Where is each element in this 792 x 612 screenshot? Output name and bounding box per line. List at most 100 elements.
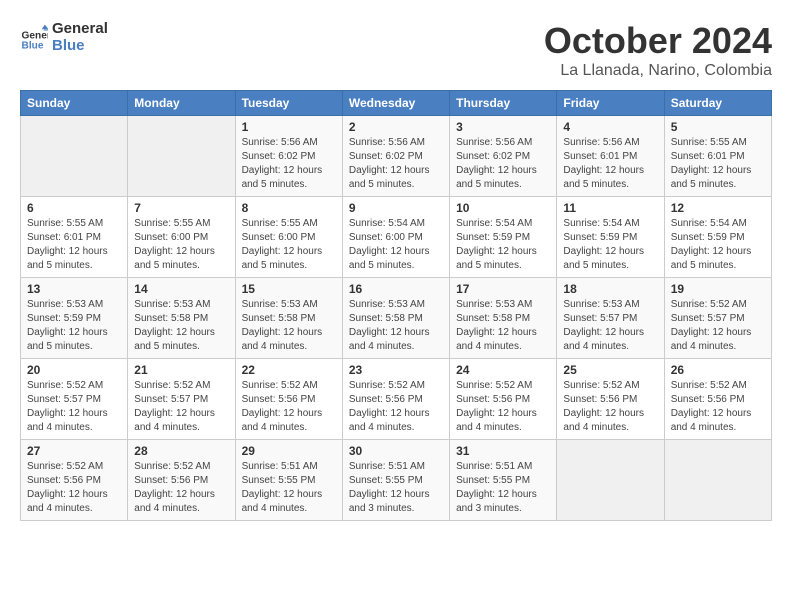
calendar-table: SundayMondayTuesdayWednesdayThursdayFrid… — [20, 90, 772, 521]
day-number: 22 — [242, 363, 336, 377]
calendar-cell: 21Sunrise: 5:52 AM Sunset: 5:57 PM Dayli… — [128, 359, 235, 440]
day-info: Sunrise: 5:55 AM Sunset: 6:01 PM Dayligh… — [671, 136, 765, 192]
day-info: Sunrise: 5:54 AM Sunset: 6:00 PM Dayligh… — [349, 217, 443, 273]
calendar-cell: 22Sunrise: 5:52 AM Sunset: 5:56 PM Dayli… — [235, 359, 342, 440]
day-info: Sunrise: 5:52 AM Sunset: 5:57 PM Dayligh… — [27, 379, 121, 435]
day-info: Sunrise: 5:52 AM Sunset: 5:56 PM Dayligh… — [456, 379, 550, 435]
calendar-cell: 7 Sunrise: 5:55 AM Sunset: 6:00 PM Daylig… — [128, 197, 235, 278]
calendar-cell: 31 Sunrise: 5:51 AM Sunset: 5:55 PM Dayli… — [450, 440, 557, 521]
day-number: 6 — [27, 201, 121, 215]
calendar-cell: 24 Sunrise: 5:52 AM Sunset: 5:56 PM Dayli… — [450, 359, 557, 440]
day-info: Sunrise: 5:56 AM Sunset: 6:02 PM Dayligh… — [456, 136, 550, 192]
calendar-cell — [557, 440, 664, 521]
day-info: Sunrise: 5:53 AM Sunset: 5:58 PM Dayligh… — [134, 298, 228, 354]
day-info: Sunrise: 5:53 AM Sunset: 5:59 PM Dayligh… — [27, 298, 121, 354]
day-info: Sunrise: 5:52 AM Sunset: 5:56 PM Dayligh… — [671, 379, 765, 435]
day-number: 27 — [27, 444, 121, 458]
svg-text:Blue: Blue — [22, 41, 44, 51]
location-subtitle: La Llanada, Narino, Colombia — [544, 62, 772, 80]
day-number: 19 — [671, 282, 765, 296]
logo-icon: General Blue — [20, 23, 48, 51]
day-info: Sunrise: 5:55 AM Sunset: 6:00 PM Dayligh… — [134, 217, 228, 273]
calendar-cell: 25Sunrise: 5:52 AM Sunset: 5:56 PM Dayli… — [557, 359, 664, 440]
day-number: 25 — [563, 363, 657, 377]
calendar-cell: 14 Sunrise: 5:53 AM Sunset: 5:58 PM Dayli… — [128, 278, 235, 359]
day-number: 17 — [456, 282, 550, 296]
day-header-saturday: Saturday — [664, 91, 771, 116]
day-number: 9 — [349, 201, 443, 215]
day-number: 7 — [134, 201, 228, 215]
calendar-cell: 20 Sunrise: 5:52 AM Sunset: 5:57 PM Dayli… — [21, 359, 128, 440]
day-info: Sunrise: 5:55 AM Sunset: 6:01 PM Dayligh… — [27, 217, 121, 273]
day-number: 18 — [563, 282, 657, 296]
calendar-cell: 5 Sunrise: 5:55 AM Sunset: 6:01 PM Daylig… — [664, 116, 771, 197]
calendar-cell: 17 Sunrise: 5:53 AM Sunset: 5:58 PM Dayli… — [450, 278, 557, 359]
calendar-cell: 28 Sunrise: 5:52 AM Sunset: 5:56 PM Dayli… — [128, 440, 235, 521]
calendar-cell: 9 Sunrise: 5:54 AM Sunset: 6:00 PM Daylig… — [342, 197, 449, 278]
day-number: 31 — [456, 444, 550, 458]
day-number: 12 — [671, 201, 765, 215]
calendar-cell: 16 Sunrise: 5:53 AM Sunset: 5:58 PM Dayli… — [342, 278, 449, 359]
calendar-cell: 27 Sunrise: 5:52 AM Sunset: 5:56 PM Dayli… — [21, 440, 128, 521]
day-info: Sunrise: 5:52 AM Sunset: 5:57 PM Dayligh… — [134, 379, 228, 435]
day-number: 1 — [242, 120, 336, 134]
calendar-week-row: 6 Sunrise: 5:55 AM Sunset: 6:01 PM Daylig… — [21, 197, 772, 278]
day-number: 10 — [456, 201, 550, 215]
calendar-cell: 2Sunrise: 5:56 AM Sunset: 6:02 PM Daylig… — [342, 116, 449, 197]
day-header-friday: Friday — [557, 91, 664, 116]
day-number: 3 — [456, 120, 550, 134]
day-header-thursday: Thursday — [450, 91, 557, 116]
day-number: 20 — [27, 363, 121, 377]
day-number: 14 — [134, 282, 228, 296]
calendar-cell: 3 Sunrise: 5:56 AM Sunset: 6:02 PM Daylig… — [450, 116, 557, 197]
day-number: 8 — [242, 201, 336, 215]
calendar-cell: 11 Sunrise: 5:54 AM Sunset: 5:59 PM Dayli… — [557, 197, 664, 278]
calendar-header-row: SundayMondayTuesdayWednesdayThursdayFrid… — [21, 91, 772, 116]
day-info: Sunrise: 5:51 AM Sunset: 5:55 PM Dayligh… — [242, 460, 336, 516]
day-info: Sunrise: 5:55 AM Sunset: 6:00 PM Dayligh… — [242, 217, 336, 273]
day-number: 24 — [456, 363, 550, 377]
day-info: Sunrise: 5:52 AM Sunset: 5:57 PM Dayligh… — [671, 298, 765, 354]
day-info: Sunrise: 5:53 AM Sunset: 5:58 PM Dayligh… — [456, 298, 550, 354]
day-number: 4 — [563, 120, 657, 134]
day-header-sunday: Sunday — [21, 91, 128, 116]
calendar-week-row: 1 Sunrise: 5:56 AM Sunset: 6:02 PM Daylig… — [21, 116, 772, 197]
page-header: General Blue General Blue October 2024 L… — [20, 20, 772, 80]
day-header-wednesday: Wednesday — [342, 91, 449, 116]
calendar-cell — [664, 440, 771, 521]
calendar-cell: 15Sunrise: 5:53 AM Sunset: 5:58 PM Dayli… — [235, 278, 342, 359]
day-info: Sunrise: 5:56 AM Sunset: 6:01 PM Dayligh… — [563, 136, 657, 192]
logo-blue: Blue — [52, 37, 108, 54]
day-number: 16 — [349, 282, 443, 296]
calendar-cell: 19 Sunrise: 5:52 AM Sunset: 5:57 PM Dayli… — [664, 278, 771, 359]
day-info: Sunrise: 5:56 AM Sunset: 6:02 PM Dayligh… — [349, 136, 443, 192]
day-number: 23 — [349, 363, 443, 377]
calendar-cell: 4 Sunrise: 5:56 AM Sunset: 6:01 PM Daylig… — [557, 116, 664, 197]
calendar-cell: 10Sunrise: 5:54 AM Sunset: 5:59 PM Dayli… — [450, 197, 557, 278]
calendar-week-row: 27 Sunrise: 5:52 AM Sunset: 5:56 PM Dayli… — [21, 440, 772, 521]
calendar-week-row: 20 Sunrise: 5:52 AM Sunset: 5:57 PM Dayli… — [21, 359, 772, 440]
day-number: 28 — [134, 444, 228, 458]
day-info: Sunrise: 5:52 AM Sunset: 5:56 PM Dayligh… — [134, 460, 228, 516]
day-info: Sunrise: 5:51 AM Sunset: 5:55 PM Dayligh… — [456, 460, 550, 516]
calendar-cell: 13Sunrise: 5:53 AM Sunset: 5:59 PM Dayli… — [21, 278, 128, 359]
logo-general: General — [52, 20, 108, 37]
logo: General Blue General Blue — [20, 20, 108, 54]
calendar-cell — [21, 116, 128, 197]
calendar-cell: 12 Sunrise: 5:54 AM Sunset: 5:59 PM Dayli… — [664, 197, 771, 278]
day-number: 11 — [563, 201, 657, 215]
month-title: October 2024 — [544, 20, 772, 62]
calendar-cell: 8 Sunrise: 5:55 AM Sunset: 6:00 PM Daylig… — [235, 197, 342, 278]
day-info: Sunrise: 5:51 AM Sunset: 5:55 PM Dayligh… — [349, 460, 443, 516]
day-info: Sunrise: 5:53 AM Sunset: 5:57 PM Dayligh… — [563, 298, 657, 354]
day-number: 30 — [349, 444, 443, 458]
day-info: Sunrise: 5:56 AM Sunset: 6:02 PM Dayligh… — [242, 136, 336, 192]
calendar-cell: 1 Sunrise: 5:56 AM Sunset: 6:02 PM Daylig… — [235, 116, 342, 197]
day-info: Sunrise: 5:53 AM Sunset: 5:58 PM Dayligh… — [349, 298, 443, 354]
day-info: Sunrise: 5:54 AM Sunset: 5:59 PM Dayligh… — [671, 217, 765, 273]
day-info: Sunrise: 5:53 AM Sunset: 5:58 PM Dayligh… — [242, 298, 336, 354]
day-number: 5 — [671, 120, 765, 134]
day-info: Sunrise: 5:52 AM Sunset: 5:56 PM Dayligh… — [27, 460, 121, 516]
day-info: Sunrise: 5:54 AM Sunset: 5:59 PM Dayligh… — [563, 217, 657, 273]
calendar-cell: 30 Sunrise: 5:51 AM Sunset: 5:55 PM Dayli… — [342, 440, 449, 521]
